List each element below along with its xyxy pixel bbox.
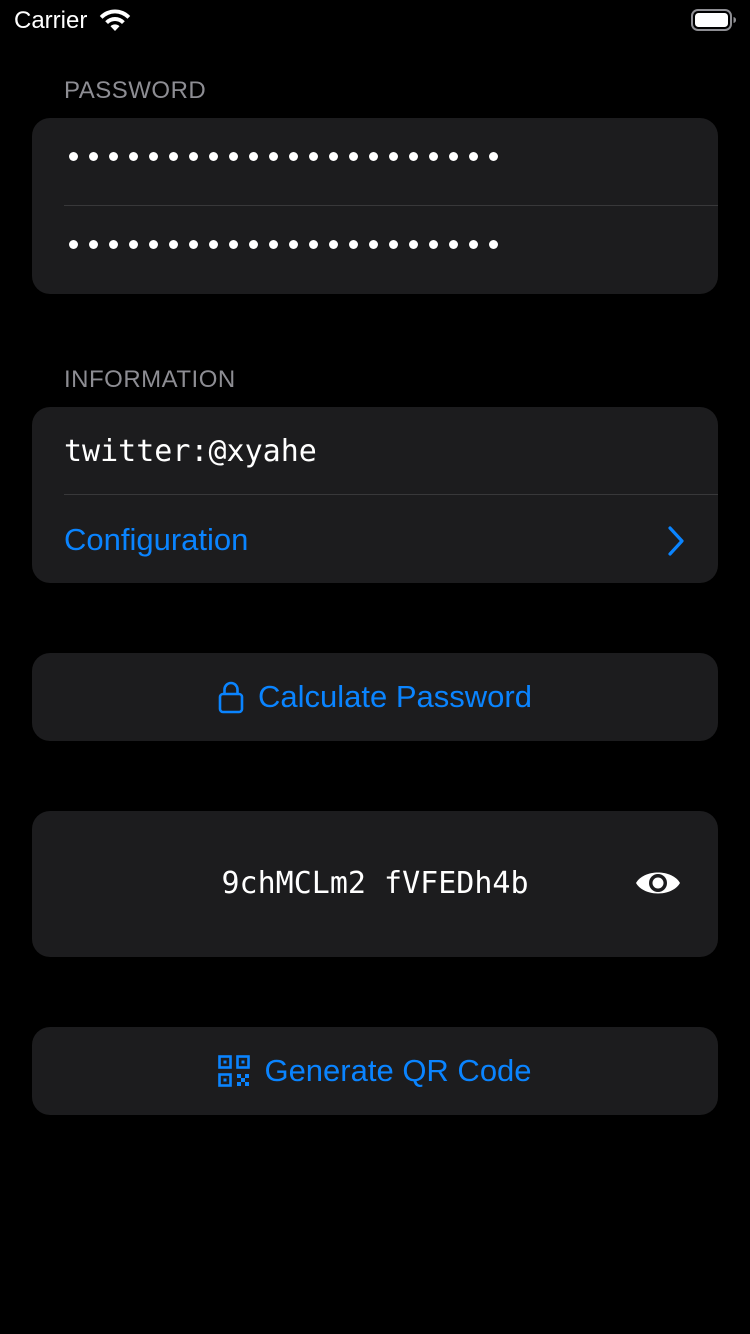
mask-dot	[309, 152, 318, 161]
mask-dot	[149, 152, 158, 161]
mask-dot	[309, 240, 318, 249]
mask-dot	[169, 152, 178, 161]
carrier-label: Carrier	[14, 7, 88, 34]
mask-dot	[89, 240, 98, 249]
wifi-icon	[99, 9, 131, 31]
mask-dot	[109, 152, 118, 161]
password-card	[32, 118, 718, 294]
mask-dot	[209, 152, 218, 161]
mask-dot	[329, 240, 338, 249]
mask-dot	[209, 240, 218, 249]
mask-dot	[69, 152, 78, 161]
password-section-header: PASSWORD	[64, 77, 207, 104]
mask-dot	[289, 152, 298, 161]
generate-qr-code-label: Generate QR Code	[264, 1053, 532, 1088]
chevron-right-icon	[668, 526, 684, 556]
qrcode-icon	[218, 1055, 251, 1087]
mask-dot	[129, 152, 138, 161]
mask-dot	[469, 240, 478, 249]
mask-dot	[189, 240, 198, 249]
configuration-row[interactable]: Configuration	[32, 495, 718, 583]
mask-dot	[69, 240, 78, 249]
configuration-label: Configuration	[64, 522, 249, 557]
mask-dot	[89, 152, 98, 161]
mask-dot	[489, 152, 498, 161]
mask-dot	[229, 152, 238, 161]
lock-icon	[218, 681, 244, 714]
information-card: twitter:@xyahe Configuration	[32, 407, 718, 583]
mask-dot	[129, 240, 138, 249]
info-value: twitter:@xyahe	[64, 434, 317, 469]
mask-dot	[489, 240, 498, 249]
information-section-header: INFORMATION	[64, 366, 236, 393]
mask-dot	[109, 240, 118, 249]
mask-dot	[329, 152, 338, 161]
mask-dot	[169, 240, 178, 249]
mask-dot	[269, 152, 278, 161]
mask-dot	[409, 152, 418, 161]
mask-dot	[429, 240, 438, 249]
battery-icon	[691, 9, 736, 31]
password-field[interactable]	[32, 118, 718, 206]
mask-dot	[369, 152, 378, 161]
mask-dot	[189, 152, 198, 161]
generate-qr-code-button[interactable]: Generate QR Code	[32, 1027, 718, 1115]
mask-dot	[389, 240, 398, 249]
mask-dot	[409, 240, 418, 249]
mask-dot	[429, 152, 438, 161]
mask-dot	[449, 240, 458, 249]
password-masked-dots	[69, 152, 509, 170]
calculate-password-label: Calculate Password	[258, 679, 532, 714]
mask-dot	[449, 152, 458, 161]
mask-dot	[369, 240, 378, 249]
mask-dot	[149, 240, 158, 249]
mask-dot	[249, 240, 258, 249]
eye-icon[interactable]	[634, 867, 682, 899]
mask-dot	[389, 152, 398, 161]
password-masked-dots	[69, 240, 509, 258]
info-field[interactable]: twitter:@xyahe	[32, 407, 718, 495]
password-confirm-field[interactable]	[32, 206, 718, 294]
result-card: 9chMCLm2 fVFEDh4b	[32, 811, 718, 957]
status-bar: Carrier	[0, 0, 750, 40]
generated-password: 9chMCLm2 fVFEDh4b	[221, 866, 529, 901]
mask-dot	[289, 240, 298, 249]
mask-dot	[249, 152, 258, 161]
mask-dot	[349, 152, 358, 161]
calculate-password-button[interactable]: Calculate Password	[32, 653, 718, 741]
mask-dot	[469, 152, 478, 161]
mask-dot	[229, 240, 238, 249]
mask-dot	[269, 240, 278, 249]
mask-dot	[349, 240, 358, 249]
